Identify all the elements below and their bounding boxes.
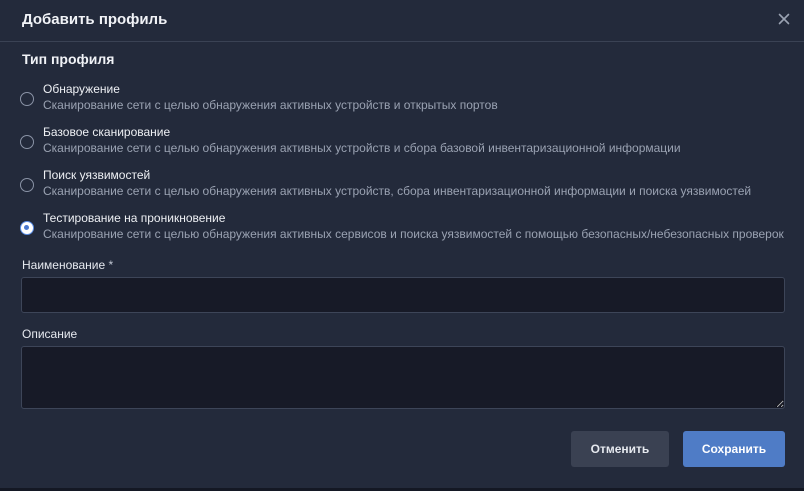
add-profile-dialog: Добавить профиль Тип профиля Обнаружение…: [0, 0, 804, 491]
radio-button[interactable]: [20, 178, 34, 192]
name-input[interactable]: [21, 277, 785, 313]
option-label: Обнаружение: [43, 82, 120, 96]
profile-option-basic-scan[interactable]: Базовое сканирование Сканирование сети с…: [20, 125, 790, 159]
close-icon[interactable]: [776, 11, 792, 27]
option-description: Сканирование сети с целью обнаружения ак…: [43, 141, 681, 155]
save-button[interactable]: Сохранить: [683, 431, 785, 467]
description-field-label: Описание: [22, 327, 78, 341]
description-textarea[interactable]: [21, 346, 785, 409]
profile-option-vulnerability-search[interactable]: Поиск уязвимостей Сканирование сети с це…: [20, 168, 790, 202]
profile-option-penetration-testing[interactable]: Тестирование на проникновение Сканирован…: [20, 211, 790, 245]
cancel-button[interactable]: Отменить: [571, 431, 669, 467]
profile-type-title: Тип профиля: [22, 51, 115, 67]
option-label: Тестирование на проникновение: [43, 211, 226, 225]
option-label: Базовое сканирование: [43, 125, 171, 139]
option-label: Поиск уязвимостей: [43, 168, 151, 182]
radio-button-selected[interactable]: [20, 221, 34, 235]
name-label-text: Наименование: [22, 258, 106, 272]
dialog-header: Добавить профиль: [0, 0, 804, 42]
radio-button[interactable]: [20, 135, 34, 149]
profile-option-discovery[interactable]: Обнаружение Сканирование сети с целью об…: [20, 82, 790, 116]
option-description: Сканирование сети с целью обнаружения ак…: [43, 227, 784, 241]
name-field-label: Наименование *: [22, 258, 113, 272]
radio-button[interactable]: [20, 92, 34, 106]
required-mark: *: [108, 258, 114, 272]
option-description: Сканирование сети с целью обнаружения ак…: [43, 98, 498, 112]
dialog-title: Добавить профиль: [22, 11, 168, 28]
option-description: Сканирование сети с целью обнаружения ак…: [43, 184, 752, 198]
